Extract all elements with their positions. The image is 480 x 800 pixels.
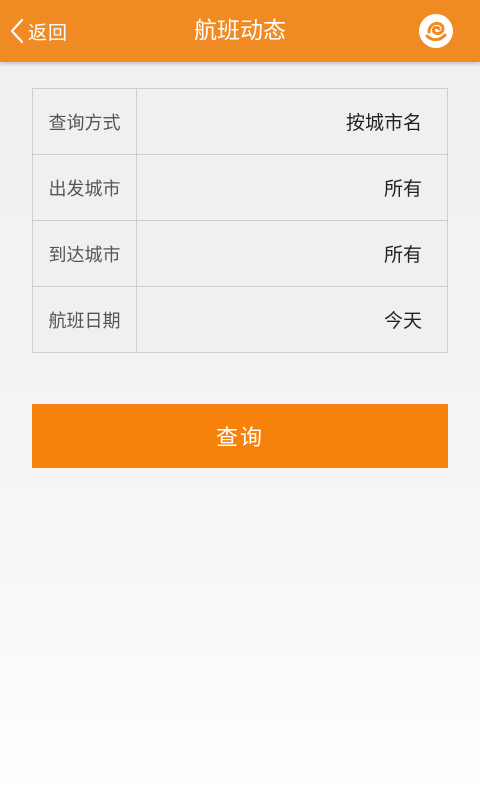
- row-value: 今天: [383, 310, 422, 332]
- row-label: 航班日期: [33, 287, 137, 352]
- row-label: 出发城市: [33, 155, 137, 220]
- header-bar: 返回 航班动态: [0, 0, 480, 62]
- query-button[interactable]: 查询: [32, 404, 448, 468]
- swirl-logo-icon[interactable]: [418, 13, 454, 49]
- row-value: 所有: [383, 244, 422, 266]
- page-title: 航班动态: [194, 18, 286, 44]
- row-label: 到达城市: [33, 221, 137, 286]
- arrival-city-row[interactable]: 到达城市 所有: [33, 221, 447, 287]
- flight-query-form: 查询方式 按城市名 出发城市 所有 到达城市 所有 航班日期 今天: [32, 88, 448, 353]
- row-value: 按城市名: [345, 112, 422, 134]
- departure-city-row[interactable]: 出发城市 所有: [33, 155, 447, 221]
- row-value: 所有: [383, 178, 422, 200]
- flight-date-row[interactable]: 航班日期 今天: [33, 287, 447, 352]
- row-label: 查询方式: [33, 89, 137, 154]
- query-method-row[interactable]: 查询方式 按城市名: [33, 89, 447, 155]
